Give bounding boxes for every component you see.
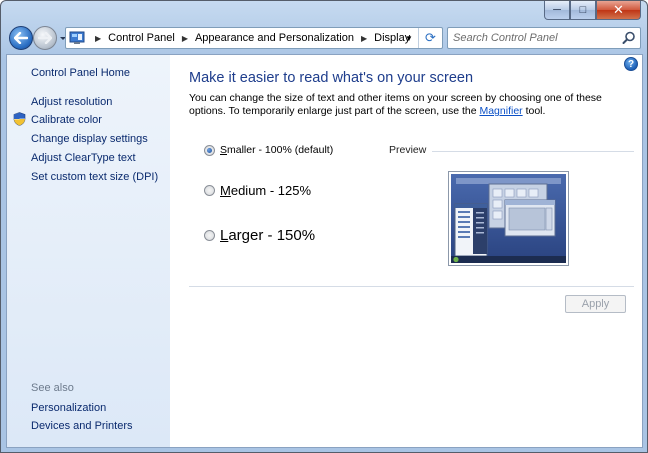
breadcrumb-separator-icon[interactable]: ▶ <box>361 34 367 43</box>
option-larger[interactable]: Larger - 150% <box>204 227 315 244</box>
desktop-preview-icon <box>451 174 566 263</box>
option-smaller[interactable]: Smaller - 100% (default) <box>204 144 333 156</box>
option-medium[interactable]: Medium - 125% <box>204 183 311 198</box>
content-area: Control Panel Home Adjust resolution Cal… <box>6 54 643 448</box>
display-preview-image <box>448 171 569 266</box>
forward-button[interactable] <box>33 26 57 50</box>
magnifier-link[interactable]: Magnifier <box>479 105 522 117</box>
tasks-pane: Control Panel Home Adjust resolution Cal… <box>7 55 170 447</box>
page-title: Make it easier to read what's on your sc… <box>189 70 474 86</box>
calibrate-color-link[interactable]: Calibrate color <box>31 114 102 126</box>
refresh-icon[interactable]: ⟳ <box>418 28 442 48</box>
preview-label: Preview <box>389 144 427 156</box>
main-pane: Make it easier to read what's on your sc… <box>189 55 639 447</box>
content-divider <box>189 286 634 287</box>
breadcrumb-control-panel[interactable]: Control Panel <box>108 32 175 44</box>
control-panel-home-link[interactable]: Control Panel Home <box>31 67 130 79</box>
adjust-resolution-link[interactable]: Adjust resolution <box>31 96 112 108</box>
apply-button[interactable]: Apply <box>565 295 626 313</box>
radio-button[interactable] <box>204 185 215 196</box>
search-box[interactable] <box>447 27 641 49</box>
breadcrumb-separator-icon[interactable]: ▶ <box>95 34 101 43</box>
option-smaller-label: Smaller - 100% (default) <box>220 144 334 156</box>
radio-button-checked[interactable] <box>204 144 215 156</box>
option-medium-label: Medium - 125% <box>220 183 312 198</box>
preview-divider <box>432 151 634 152</box>
option-larger-label: Larger - 150% <box>220 227 316 244</box>
devices-and-printers-link[interactable]: Devices and Printers <box>31 420 133 432</box>
breadcrumb-appearance[interactable]: Appearance and Personalization <box>195 32 354 44</box>
address-dropdown-icon[interactable]: ▼ <box>402 28 416 48</box>
back-arrow-icon <box>14 32 28 44</box>
address-bar[interactable]: ▶ Control Panel ▶ Appearance and Persona… <box>65 27 443 49</box>
page-description: You can change the size of text and othe… <box>189 92 629 118</box>
control-panel-icon <box>69 31 85 44</box>
uac-shield-icon <box>13 112 26 126</box>
description-text-end: tool. <box>522 105 546 117</box>
maximize-button[interactable]: □ <box>570 1 596 20</box>
search-icon[interactable] <box>622 31 636 45</box>
back-button[interactable] <box>9 26 33 50</box>
personalization-link[interactable]: Personalization <box>31 402 106 414</box>
change-display-settings-link[interactable]: Change display settings <box>31 133 148 145</box>
minimize-button[interactable]: ─ <box>544 1 570 20</box>
see-also-heading: See also <box>31 382 74 394</box>
set-custom-text-size-link[interactable]: Set custom text size (DPI) <box>31 171 158 183</box>
adjust-cleartype-link[interactable]: Adjust ClearType text <box>31 152 136 164</box>
radio-button[interactable] <box>204 230 215 241</box>
close-button[interactable]: ✕ <box>596 1 641 20</box>
search-input[interactable] <box>453 32 621 44</box>
caption-buttons: ─ □ ✕ <box>544 1 641 20</box>
navigation-toolbar: ▶ Control Panel ▶ Appearance and Persona… <box>1 23 647 53</box>
control-panel-window: ─ □ ✕ ▶ Control Panel ▶ Appearance and P… <box>0 0 648 453</box>
forward-arrow-icon <box>38 32 52 44</box>
breadcrumb-separator-icon[interactable]: ▶ <box>182 34 188 43</box>
